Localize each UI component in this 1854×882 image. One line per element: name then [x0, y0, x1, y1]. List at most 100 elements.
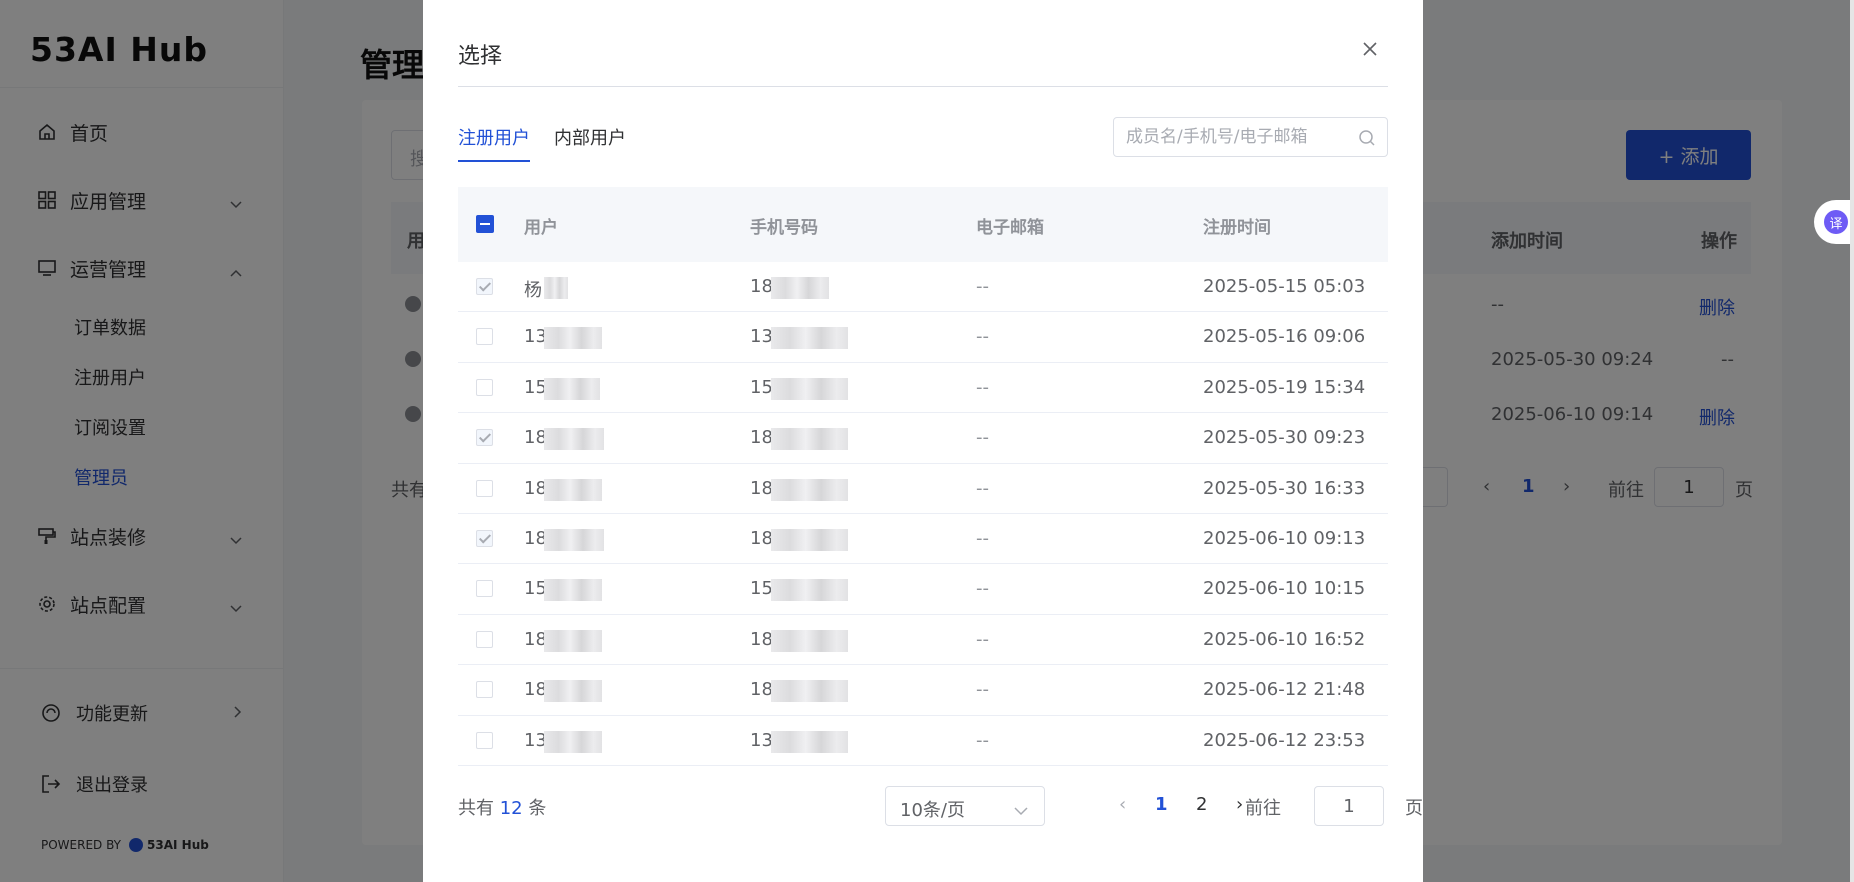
- phone-cell: 15: [750, 578, 773, 600]
- table-row[interactable]: 15 15 -- 2025-06-10 10:15: [458, 564, 1388, 615]
- column-header-register-time: 注册时间: [1203, 218, 1271, 238]
- redacted-phone-mask: [771, 579, 848, 602]
- phone-cell: 18: [750, 427, 773, 449]
- redacted-user-mask: [544, 478, 602, 501]
- page-size-value: 10条/页: [900, 800, 965, 821]
- prev-page-button[interactable]: ‹: [1119, 794, 1126, 815]
- redacted-user-mask: [544, 327, 602, 350]
- row-checkbox[interactable]: [476, 479, 493, 497]
- dialog-divider: [458, 86, 1388, 87]
- register-time-cell: 2025-05-15 05:03: [1203, 276, 1366, 297]
- register-time-cell: 2025-06-10 09:13: [1203, 527, 1366, 549]
- email-cell: --: [976, 628, 989, 650]
- redacted-user-mask: [544, 428, 604, 451]
- member-search-box: [1113, 117, 1388, 157]
- goto-label: 前往: [1245, 798, 1281, 819]
- translate-button[interactable]: 译: [1814, 200, 1854, 244]
- pagination: 共有 12 条 10条/页 ‹ 1 2 › 前往 1 页: [458, 785, 1423, 826]
- search-icon[interactable]: [1358, 129, 1376, 147]
- register-time-cell: 2025-06-12 23:53: [1203, 729, 1366, 751]
- register-time-cell: 2025-06-12 21:48: [1203, 679, 1366, 701]
- goto-page-input[interactable]: 1: [1314, 786, 1384, 826]
- redacted-user-mask: [544, 730, 602, 753]
- redacted-user-mask: [544, 680, 602, 703]
- translate-icon: 译: [1824, 210, 1848, 234]
- column-header-email: 电子邮箱: [976, 218, 1044, 238]
- user-table: 用户 手机号码 电子邮箱 注册时间 杨 18 -- 2025-05-15 05:03 1…: [458, 187, 1388, 766]
- register-time-cell: 2025-05-19 15:34: [1203, 376, 1366, 398]
- redacted-phone-mask: [771, 478, 848, 501]
- table-row[interactable]: 15 15 -- 2025-05-19 15:34: [458, 363, 1388, 414]
- chevron-down-icon: [1014, 800, 1028, 821]
- select-all-checkbox[interactable]: [476, 215, 494, 233]
- table-row[interactable]: 18 18 -- 2025-06-10 16:52: [458, 615, 1388, 666]
- tab-internal-users[interactable]: 内部用户: [554, 124, 626, 162]
- redacted-phone-mask: [771, 528, 848, 551]
- tab-registered-users[interactable]: 注册用户: [458, 124, 530, 162]
- row-checkbox[interactable]: [476, 529, 493, 547]
- redacted-phone-mask: [771, 277, 829, 299]
- redacted-user-mask: [544, 579, 602, 602]
- email-cell: --: [976, 427, 989, 449]
- phone-cell: 18: [750, 477, 773, 499]
- redacted-phone-mask: [771, 377, 848, 400]
- register-time-cell: 2025-05-16 09:06: [1203, 326, 1366, 348]
- next-page-button[interactable]: ›: [1236, 794, 1243, 815]
- email-cell: --: [976, 578, 989, 600]
- page-button-2[interactable]: 2: [1196, 794, 1207, 815]
- total-count: 共有 12 条: [458, 794, 546, 820]
- scrollbar[interactable]: [1850, 0, 1854, 882]
- goto-suffix: 页: [1405, 798, 1423, 819]
- redacted-phone-mask: [771, 629, 848, 652]
- register-time-cell: 2025-05-30 16:33: [1203, 477, 1366, 499]
- row-checkbox[interactable]: [476, 630, 493, 648]
- email-cell: --: [976, 477, 989, 499]
- row-checkbox[interactable]: [476, 429, 493, 447]
- email-cell: --: [976, 679, 989, 701]
- page-size-select[interactable]: 10条/页: [885, 786, 1045, 826]
- table-row[interactable]: 18 18 -- 2025-05-30 16:33: [458, 464, 1388, 514]
- email-cell: --: [976, 326, 989, 348]
- redacted-user-mask: [544, 377, 600, 400]
- table-row[interactable]: 13 13 -- 2025-06-12 23:53: [458, 716, 1388, 766]
- redacted-phone-mask: [771, 730, 848, 753]
- close-button[interactable]: [1361, 40, 1381, 60]
- total-number: 12: [499, 798, 523, 819]
- redacted-phone-mask: [771, 428, 848, 451]
- register-time-cell: 2025-06-10 10:15: [1203, 578, 1366, 600]
- redacted-user-mask: [544, 629, 602, 652]
- page-button-1[interactable]: 1: [1155, 794, 1168, 815]
- email-cell: --: [976, 276, 989, 297]
- member-search-input[interactable]: [1126, 118, 1346, 156]
- table-row[interactable]: 18 18 -- 2025-05-30 09:23: [458, 413, 1388, 464]
- table-row[interactable]: 杨 18 -- 2025-05-15 05:03: [458, 262, 1388, 313]
- table-header: 用户 手机号码 电子邮箱 注册时间: [458, 187, 1388, 262]
- column-header-user: 用户: [524, 218, 558, 238]
- table-row[interactable]: 13 13 -- 2025-05-16 09:06: [458, 312, 1388, 363]
- row-checkbox[interactable]: [476, 378, 493, 396]
- phone-cell: 15: [750, 376, 773, 398]
- email-cell: --: [976, 527, 989, 549]
- email-cell: --: [976, 729, 989, 751]
- select-user-dialog: 选择 注册用户 内部用户 用户 手机号码 电子邮箱 注册时间 杨 18 -- 2025…: [423, 0, 1423, 882]
- close-icon: [1363, 42, 1377, 56]
- register-time-cell: 2025-06-10 16:52: [1203, 628, 1366, 650]
- redacted-user-mask: [544, 277, 568, 299]
- redacted-phone-mask: [771, 680, 848, 703]
- email-cell: --: [976, 376, 989, 398]
- row-checkbox[interactable]: [476, 580, 493, 598]
- phone-cell: 18: [750, 628, 773, 650]
- phone-cell: 18: [750, 527, 773, 549]
- table-row[interactable]: 18 18 -- 2025-06-12 21:48: [458, 665, 1388, 716]
- phone-cell: 13: [750, 326, 773, 348]
- row-checkbox[interactable]: [476, 731, 493, 749]
- phone-cell: 18: [750, 679, 773, 701]
- table-row[interactable]: 18 18 -- 2025-06-10 09:13: [458, 514, 1388, 565]
- table-body: 杨 18 -- 2025-05-15 05:03 13 13 -- 2025-05-16 09…: [458, 262, 1388, 766]
- redacted-user-mask: [544, 528, 604, 551]
- row-checkbox[interactable]: [476, 328, 493, 346]
- dialog-title: 选择: [458, 44, 503, 69]
- row-checkbox[interactable]: [476, 278, 493, 295]
- row-checkbox[interactable]: [476, 681, 493, 699]
- register-time-cell: 2025-05-30 09:23: [1203, 427, 1366, 449]
